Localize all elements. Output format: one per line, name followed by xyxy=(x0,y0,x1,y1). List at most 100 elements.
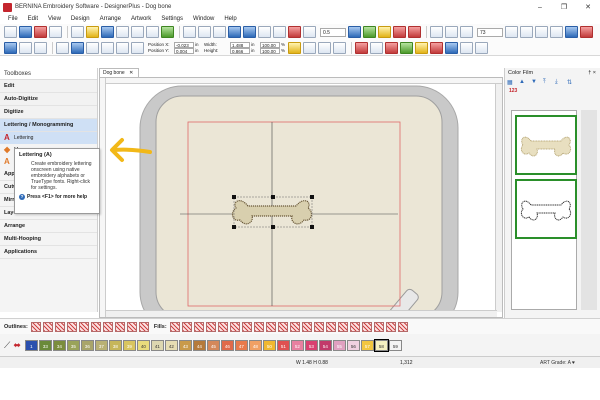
group-icon[interactable] xyxy=(258,26,271,38)
thread-color-chip[interactable]: 58 xyxy=(373,338,389,352)
outline-motif-icon[interactable] xyxy=(102,321,113,332)
stitch-type-icon[interactable] xyxy=(333,41,346,54)
fill-trapunto-icon[interactable] xyxy=(253,321,264,332)
outline-bead-icon[interactable] xyxy=(138,321,149,332)
film-view-icon[interactable]: ▦ xyxy=(507,79,517,87)
copy-icon[interactable] xyxy=(198,26,211,38)
close-button[interactable]: ✕ xyxy=(576,3,600,11)
fill-tatami-icon[interactable] xyxy=(169,321,180,332)
thread-icon[interactable] xyxy=(580,26,593,38)
handle-bottom-left[interactable] xyxy=(232,225,236,229)
menu-settings[interactable]: Settings xyxy=(161,16,183,22)
fill-pattern-icon[interactable] xyxy=(337,321,348,332)
person-icon[interactable] xyxy=(378,26,391,38)
thread-color-chip[interactable]: 39 xyxy=(122,339,136,351)
fill-step-icon[interactable] xyxy=(193,321,204,332)
write-card-icon[interactable] xyxy=(161,26,174,38)
thread-color-chip[interactable]: 1 xyxy=(24,339,38,351)
thread-color-chip[interactable]: 48 xyxy=(248,339,262,351)
lock-proportion-icon[interactable] xyxy=(288,41,301,54)
thread-color-chip[interactable]: 36 xyxy=(80,339,94,351)
thread-color-chip[interactable]: 46 xyxy=(220,339,234,351)
design-info-icon[interactable] xyxy=(475,41,488,54)
handle-bottom-right[interactable] xyxy=(310,225,314,229)
fill-cross-icon[interactable] xyxy=(229,321,240,332)
thread-color-chip[interactable]: 53 xyxy=(304,339,318,351)
outline-sculpture-icon[interactable] xyxy=(126,321,137,332)
hoop-icon[interactable] xyxy=(348,26,361,38)
transform-icon[interactable] xyxy=(34,41,47,54)
section-arrange[interactable]: Arrange xyxy=(0,220,97,233)
fill-radial-icon[interactable] xyxy=(325,321,336,332)
thread-color-chip[interactable]: 44 xyxy=(192,339,206,351)
design-view-icon[interactable] xyxy=(19,26,32,38)
thread-color-chip[interactable]: 50 xyxy=(262,339,276,351)
ungroup-icon[interactable] xyxy=(273,26,286,38)
thread-color-chip[interactable]: 38 xyxy=(108,339,122,351)
thread-color-chip[interactable]: 52 xyxy=(290,339,304,351)
fill-motif-icon[interactable] xyxy=(217,321,228,332)
maximize-button[interactable]: ❐ xyxy=(552,3,576,11)
fill-contour-icon[interactable] xyxy=(301,321,312,332)
document-tab-close-icon[interactable]: ✕ xyxy=(129,70,133,76)
color-film-pin-close[interactable]: † × xyxy=(588,68,596,78)
move-down-icon[interactable]: ▼ xyxy=(531,79,541,87)
minimize-button[interactable]: – xyxy=(528,4,552,11)
fill-stipple-icon[interactable] xyxy=(289,321,300,332)
welcome-icon[interactable] xyxy=(49,26,62,38)
canvas-horizontal-scrollbar[interactable] xyxy=(106,310,497,317)
next-icon[interactable] xyxy=(550,26,563,38)
fill-woven-icon[interactable] xyxy=(373,321,384,332)
menu-edit[interactable]: Edit xyxy=(28,16,38,22)
menu-window[interactable]: Window xyxy=(193,16,214,22)
cut-icon[interactable] xyxy=(183,26,196,38)
menu-help[interactable]: Help xyxy=(224,16,236,22)
realistic-view-icon[interactable] xyxy=(415,41,428,54)
position-y-input[interactable]: 0.004 xyxy=(174,47,194,54)
zoom-out-icon[interactable] xyxy=(445,26,458,38)
thread-color-chip[interactable]: 54 xyxy=(318,339,332,351)
thread-color-chip[interactable]: 42 xyxy=(164,339,178,351)
trim-icon[interactable] xyxy=(303,26,316,38)
fill-sculpture-icon[interactable] xyxy=(241,321,252,332)
artwork-view-icon[interactable] xyxy=(34,26,47,38)
scale-y-input[interactable]: 100.00 xyxy=(260,47,280,54)
menu-design[interactable]: Design xyxy=(71,16,90,22)
outline-triple-icon[interactable] xyxy=(42,321,53,332)
color-film-scrollbar[interactable] xyxy=(581,110,597,310)
rotate-angle-icon[interactable] xyxy=(116,41,129,54)
height-input[interactable]: 0.866 xyxy=(230,47,250,54)
fill-gradient-icon[interactable] xyxy=(361,321,372,332)
fill-blackwork-icon[interactable] xyxy=(277,321,288,332)
color-film-thumb-fill[interactable] xyxy=(515,115,577,175)
zoom-in-icon[interactable] xyxy=(430,26,443,38)
rotate-left-icon[interactable] xyxy=(86,41,99,54)
show-grid-icon[interactable] xyxy=(355,41,368,54)
handle-top-right[interactable] xyxy=(310,195,314,199)
section-edit[interactable]: Edit xyxy=(0,80,97,93)
color-film-numbers-icon[interactable]: 123 xyxy=(505,88,600,104)
thread-color-chip[interactable]: 56 xyxy=(346,339,360,351)
fill-spiral-icon[interactable] xyxy=(385,321,396,332)
handle-top-left[interactable] xyxy=(232,195,236,199)
handle-top[interactable] xyxy=(271,195,275,199)
section-digitize[interactable]: Digitize xyxy=(0,106,97,119)
rotate-right-icon[interactable] xyxy=(101,41,114,54)
colorwise-icon[interactable] xyxy=(445,41,458,54)
scale-value-field[interactable]: 0.5 xyxy=(320,27,346,37)
move-first-icon[interactable]: ⤒ xyxy=(543,79,553,87)
zoom-box-icon[interactable] xyxy=(460,26,473,38)
align-icon[interactable] xyxy=(303,41,316,54)
undo-icon[interactable] xyxy=(228,26,241,38)
thread-color-chip[interactable]: 47 xyxy=(234,339,248,351)
thread-color-chip[interactable]: 55 xyxy=(332,339,346,351)
color-icon[interactable] xyxy=(565,26,578,38)
section-applications[interactable]: Applications xyxy=(0,246,97,259)
pick-color-icon[interactable]: ⟋ xyxy=(4,340,10,351)
show-needle-points-icon[interactable] xyxy=(385,41,398,54)
fill-net-icon[interactable] xyxy=(397,321,408,332)
mirror-horizontal-icon[interactable] xyxy=(56,41,69,54)
thread-color-chip[interactable]: 33 xyxy=(38,339,52,351)
fill-fancy-icon[interactable] xyxy=(205,321,216,332)
show-stitches-icon[interactable] xyxy=(393,26,406,38)
